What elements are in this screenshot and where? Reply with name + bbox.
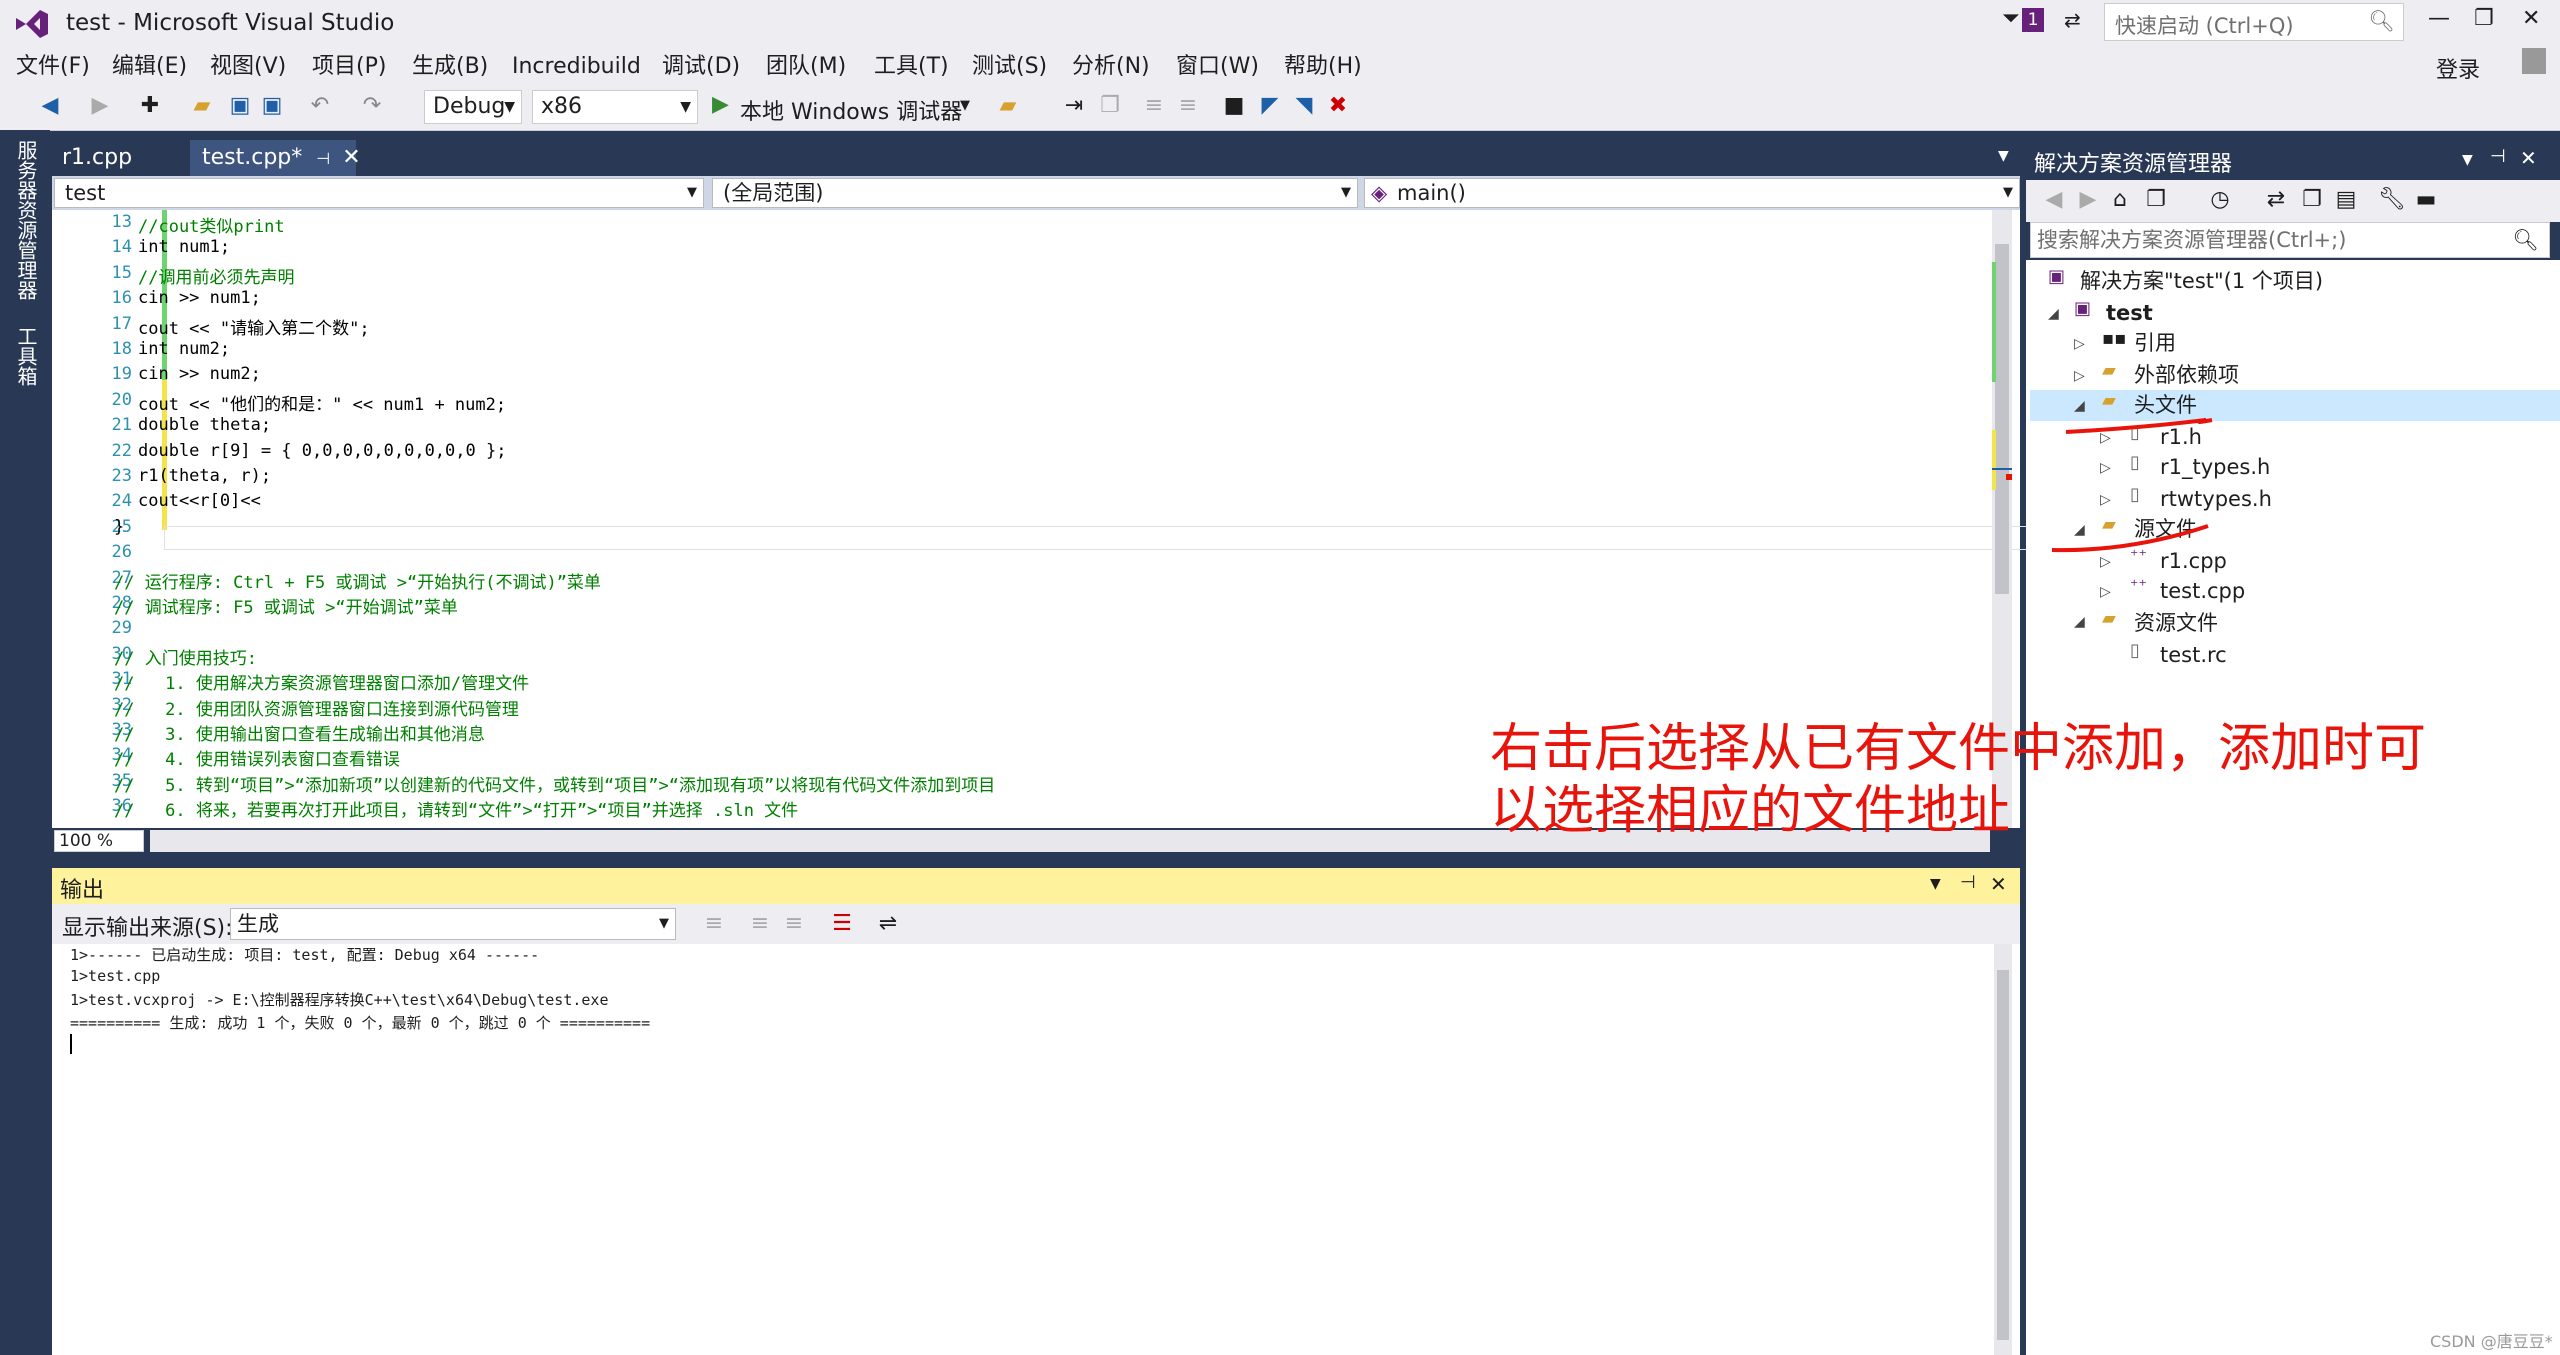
- annotation-line: 右击后选择从已有文件中添加，添加时可: [1490, 719, 2427, 779]
- annotation-text: 右击后选择从已有文件中添加，添加时可 以选择相应的文件地址: [1490, 718, 2490, 842]
- annotation-underlines: [2051, 418, 2213, 553]
- watermark: CSDN @唐豆豆*: [2430, 1332, 2553, 1351]
- underline-header-files: [2065, 418, 2213, 434]
- underline-source-files: [2051, 524, 2209, 553]
- annotation-line: 以选择相应的文件地址: [1490, 781, 2011, 841]
